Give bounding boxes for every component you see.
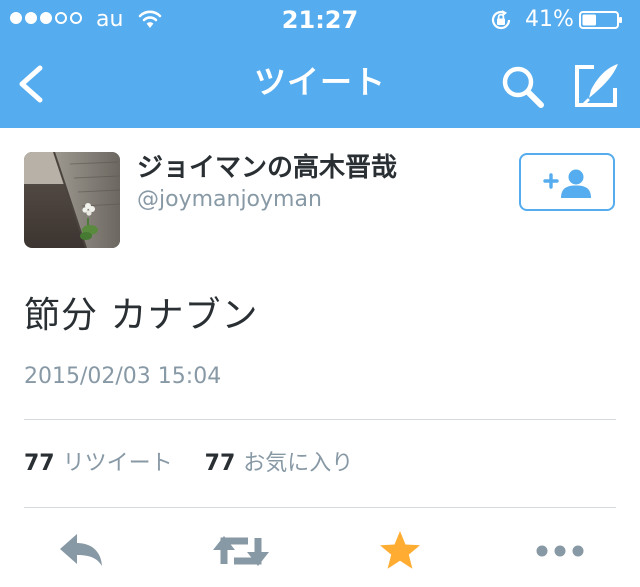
screen-name[interactable]: @joymanjoyman — [137, 186, 322, 214]
compose-icon — [575, 64, 618, 107]
retweet-label: リツイート — [62, 451, 173, 476]
retweet-button[interactable] — [212, 528, 270, 574]
status-bar: au 21:27 41% — [0, 0, 640, 40]
more-icon — [536, 545, 584, 557]
battery-percent: 41% — [525, 7, 574, 32]
favorite-stat[interactable]: 77 お気に入り — [205, 451, 354, 476]
compose-button[interactable] — [572, 60, 622, 110]
favorite-button[interactable] — [378, 528, 422, 574]
battery-icon — [579, 11, 622, 29]
search-icon — [502, 66, 544, 108]
tweet-stats: 77 リツイート 77 お気に入り — [24, 449, 353, 479]
divider — [24, 419, 616, 420]
retweet-icon — [213, 536, 269, 566]
favorite-count: 77 — [204, 451, 236, 476]
add-user-icon — [543, 169, 591, 198]
divider — [24, 507, 616, 508]
display-name[interactable]: ジョイマンの高木晋哉 — [137, 150, 397, 186]
more-button[interactable] — [534, 528, 586, 574]
search-button[interactable] — [498, 62, 546, 110]
star-icon — [380, 531, 420, 569]
reply-button[interactable] — [58, 528, 104, 574]
tweet-text: 節分 カナブン — [24, 295, 259, 336]
app-header: au 21:27 41% ツイート — [0, 0, 640, 128]
favorite-label: お気に入り — [243, 451, 354, 476]
reply-icon — [60, 534, 102, 566]
navigation-bar: ツイート — [0, 40, 640, 128]
avatar[interactable] — [24, 152, 120, 248]
tweet-timestamp: 2015/02/03 15:04 — [24, 364, 222, 389]
rotation-lock-icon — [491, 10, 511, 30]
avatar-photo — [24, 152, 120, 248]
follow-button[interactable] — [519, 153, 615, 211]
retweet-stat[interactable]: 77 リツイート — [24, 451, 180, 476]
retweet-count: 77 — [24, 451, 55, 476]
